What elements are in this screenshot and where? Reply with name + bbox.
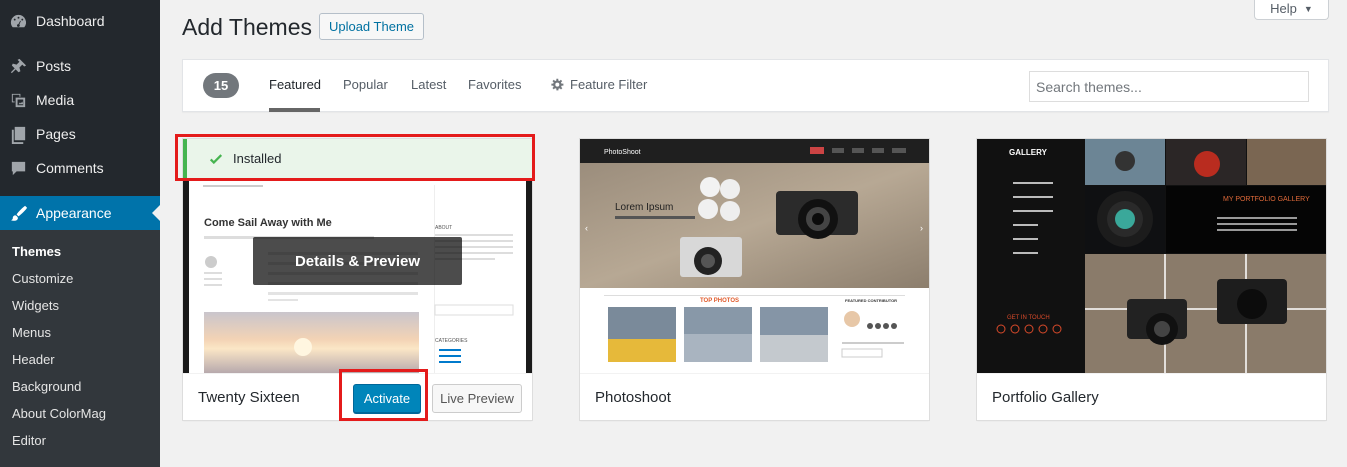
theme-card-portfolio-gallery[interactable]: GALLERY GET IN TOUCH MY PORTFOLIO GALLER… <box>976 138 1327 421</box>
preview-sidebar-heading: ABOUT <box>435 225 452 231</box>
theme-name: Twenty Sixteen <box>198 389 300 406</box>
theme-screenshot: Come Sail Away with Me ABOUT CATEGORIES … <box>183 139 532 373</box>
portfolio-gallery-preview-image: GALLERY GET IN TOUCH MY PORTFOLIO GALLER… <box>977 139 1326 373</box>
menu-dashboard[interactable]: Dashboard <box>0 4 160 38</box>
theme-card-photoshoot[interactable]: PhotoShoot Lorem Ipsum ‹ › TOP PHOTOS FE… <box>579 138 930 421</box>
active-tab-indicator <box>269 108 320 112</box>
appearance-submenu: Themes Customize Widgets Menus Header Ba… <box>0 230 160 467</box>
menu-appearance[interactable]: Appearance <box>0 196 160 230</box>
svg-text:›: › <box>920 223 923 233</box>
menu-label: Comments <box>36 160 104 176</box>
gear-icon[interactable] <box>549 76 565 92</box>
submenu-customize[interactable]: Customize <box>12 271 73 286</box>
tab-latest[interactable]: Latest <box>411 77 446 92</box>
theme-name: Portfolio Gallery <box>992 389 1099 406</box>
preview-hero-title: Lorem Ipsum <box>615 202 673 213</box>
paintbrush-icon <box>0 204 36 223</box>
menu-posts[interactable]: Posts <box>0 49 160 83</box>
caret-down-icon: ▼ <box>1303 3 1313 14</box>
help-tab[interactable]: Help ▼ <box>1254 0 1329 20</box>
preview-heading: MY PORTFOLIO GALLERY <box>1223 196 1310 203</box>
dashboard-icon <box>0 12 36 31</box>
preview-contact: GET IN TOUCH <box>1007 315 1050 321</box>
preview-brand: PhotoShoot <box>604 149 641 156</box>
feature-filter-link[interactable]: Feature Filter <box>570 77 647 92</box>
menu-label: Appearance <box>36 205 112 221</box>
preview-post-title: Come Sail Away with Me <box>204 217 332 229</box>
theme-name-bar: Photoshoot <box>580 373 929 420</box>
submenu-menus[interactable]: Menus <box>12 325 51 340</box>
theme-filter-bar: 15 Featured Popular Latest Favorites Fea… <box>182 59 1329 112</box>
theme-name-bar: Portfolio Gallery <box>977 373 1326 420</box>
theme-screenshot: GALLERY GET IN TOUCH MY PORTFOLIO GALLER… <box>977 139 1326 373</box>
upload-theme-button[interactable]: Upload Theme <box>319 13 424 40</box>
checkmark-icon <box>209 153 223 164</box>
menu-label: Media <box>36 92 75 108</box>
photoshoot-preview-image: PhotoShoot Lorem Ipsum ‹ › TOP PHOTOS FE… <box>580 139 929 373</box>
menu-label: Posts <box>36 58 72 74</box>
help-label: Help <box>1270 1 1297 16</box>
menu-label: Dashboard <box>36 13 105 29</box>
submenu-about-colormag[interactable]: About ColorMag <box>12 406 106 421</box>
preview-sidebar-categories: CATEGORIES <box>435 338 468 344</box>
search-themes-input[interactable] <box>1029 71 1309 102</box>
live-preview-button[interactable]: Live Preview <box>432 384 522 413</box>
submenu-widgets[interactable]: Widgets <box>12 298 59 313</box>
svg-text:‹: ‹ <box>585 223 588 233</box>
menu-pages[interactable]: Pages <box>0 117 160 151</box>
tab-favorites[interactable]: Favorites <box>468 77 521 92</box>
pushpin-icon <box>0 57 36 76</box>
menu-comments[interactable]: Comments <box>0 151 160 185</box>
page-title: Add Themes <box>182 14 312 40</box>
pages-icon <box>0 125 36 144</box>
theme-name: Photoshoot <box>595 389 671 406</box>
preview-section-title: TOP PHOTOS <box>700 298 739 304</box>
preview-logo: GALLERY <box>1009 148 1048 157</box>
theme-count-badge: 15 <box>203 73 239 98</box>
submenu-background[interactable]: Background <box>12 379 81 394</box>
tab-popular[interactable]: Popular <box>343 77 388 92</box>
activate-button[interactable]: Activate <box>353 384 421 413</box>
theme-name-bar: Twenty Sixteen Activate Live Preview <box>183 373 532 420</box>
installed-notice: Installed <box>183 139 532 178</box>
menu-media[interactable]: Media <box>0 83 160 117</box>
tab-featured[interactable]: Featured <box>269 77 321 92</box>
media-icon <box>0 91 36 110</box>
menu-label: Pages <box>36 126 76 142</box>
preview-contributor-heading: FEATURED CONTRIBUTOR <box>845 298 897 303</box>
admin-sidebar: Dashboard Posts Media Pages Comments App… <box>0 0 160 467</box>
theme-screenshot: PhotoShoot Lorem Ipsum ‹ › TOP PHOTOS FE… <box>580 139 929 373</box>
submenu-header[interactable]: Header <box>12 352 55 367</box>
details-preview-overlay[interactable]: Details & Preview <box>253 237 462 285</box>
comments-icon <box>0 159 36 178</box>
submenu-editor[interactable]: Editor <box>12 433 46 448</box>
theme-card-twenty-sixteen[interactable]: Come Sail Away with Me ABOUT CATEGORIES … <box>182 138 533 421</box>
installed-label: Installed <box>233 151 282 166</box>
submenu-themes[interactable]: Themes <box>12 244 61 259</box>
